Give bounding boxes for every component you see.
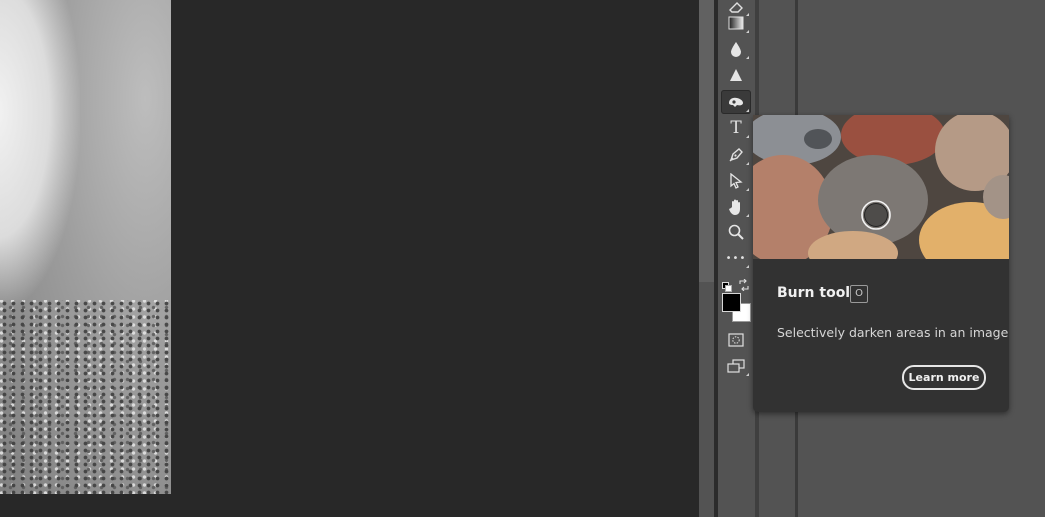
quick-mask-button[interactable] — [721, 328, 751, 352]
color-swatches — [721, 276, 755, 324]
pen-icon — [728, 147, 744, 163]
swap-colors-icon[interactable] — [738, 276, 750, 292]
screen-mode-icon — [727, 359, 745, 373]
photo-fur-region — [0, 0, 80, 310]
more-tools-icon: ••• — [725, 252, 747, 264]
type-icon: T — [730, 118, 742, 138]
hand-icon — [728, 198, 744, 216]
learn-more-button[interactable]: Learn more — [902, 365, 986, 390]
type-tool-button[interactable]: T — [721, 116, 751, 140]
canvas-workspace[interactable] — [171, 0, 699, 517]
blur-tool-button[interactable] — [721, 37, 751, 61]
quick-mask-icon — [728, 333, 744, 347]
path-selection-icon — [729, 173, 743, 189]
path-selection-tool-button[interactable] — [721, 169, 751, 193]
hand-tool-button[interactable] — [721, 195, 751, 219]
scrollbar-thumb[interactable] — [699, 0, 714, 282]
gradient-tool-button[interactable] — [721, 11, 751, 35]
canvas-image[interactable] — [0, 0, 171, 494]
zoom-tool-button[interactable] — [721, 220, 751, 244]
zoom-icon — [728, 224, 744, 240]
burn-icon — [727, 95, 745, 109]
more-tools-button[interactable]: ••• — [721, 246, 751, 270]
burn-tool-button[interactable] — [721, 90, 751, 114]
tooltip-description: Selectively darken areas in an image — [777, 325, 1009, 340]
default-colors-icon[interactable] — [722, 277, 732, 292]
tooltip-preview-image — [753, 115, 1009, 259]
sharpen-triangle-icon — [729, 68, 743, 82]
screen-mode-button[interactable] — [721, 354, 751, 378]
burn-tool-tooltip: Burn tool O Selectively darken areas in … — [753, 115, 1009, 412]
photo-confetti-floor — [0, 300, 171, 494]
gradient-icon — [728, 16, 744, 30]
sharpen-tool-button[interactable] — [721, 63, 751, 87]
pen-tool-button[interactable] — [721, 143, 751, 167]
blur-drop-icon — [730, 41, 742, 57]
foreground-color-swatch[interactable] — [722, 293, 741, 312]
shortcut-key-badge: O — [850, 285, 868, 303]
tooltip-title: Burn tool — [777, 285, 851, 301]
